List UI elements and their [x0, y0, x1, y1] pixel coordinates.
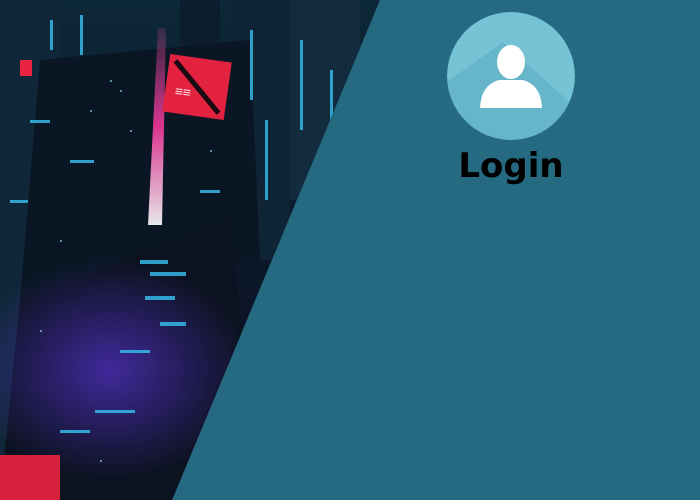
login-title: Login — [458, 146, 564, 186]
city-skyline: ≡≡ — [0, 0, 380, 500]
user-silhouette-icon — [447, 12, 575, 140]
login-screen: ≡≡ Login — [0, 0, 700, 500]
user-avatar — [447, 12, 575, 140]
city-background-image: ≡≡ — [0, 0, 380, 500]
svg-text:≡≡: ≡≡ — [174, 84, 192, 101]
